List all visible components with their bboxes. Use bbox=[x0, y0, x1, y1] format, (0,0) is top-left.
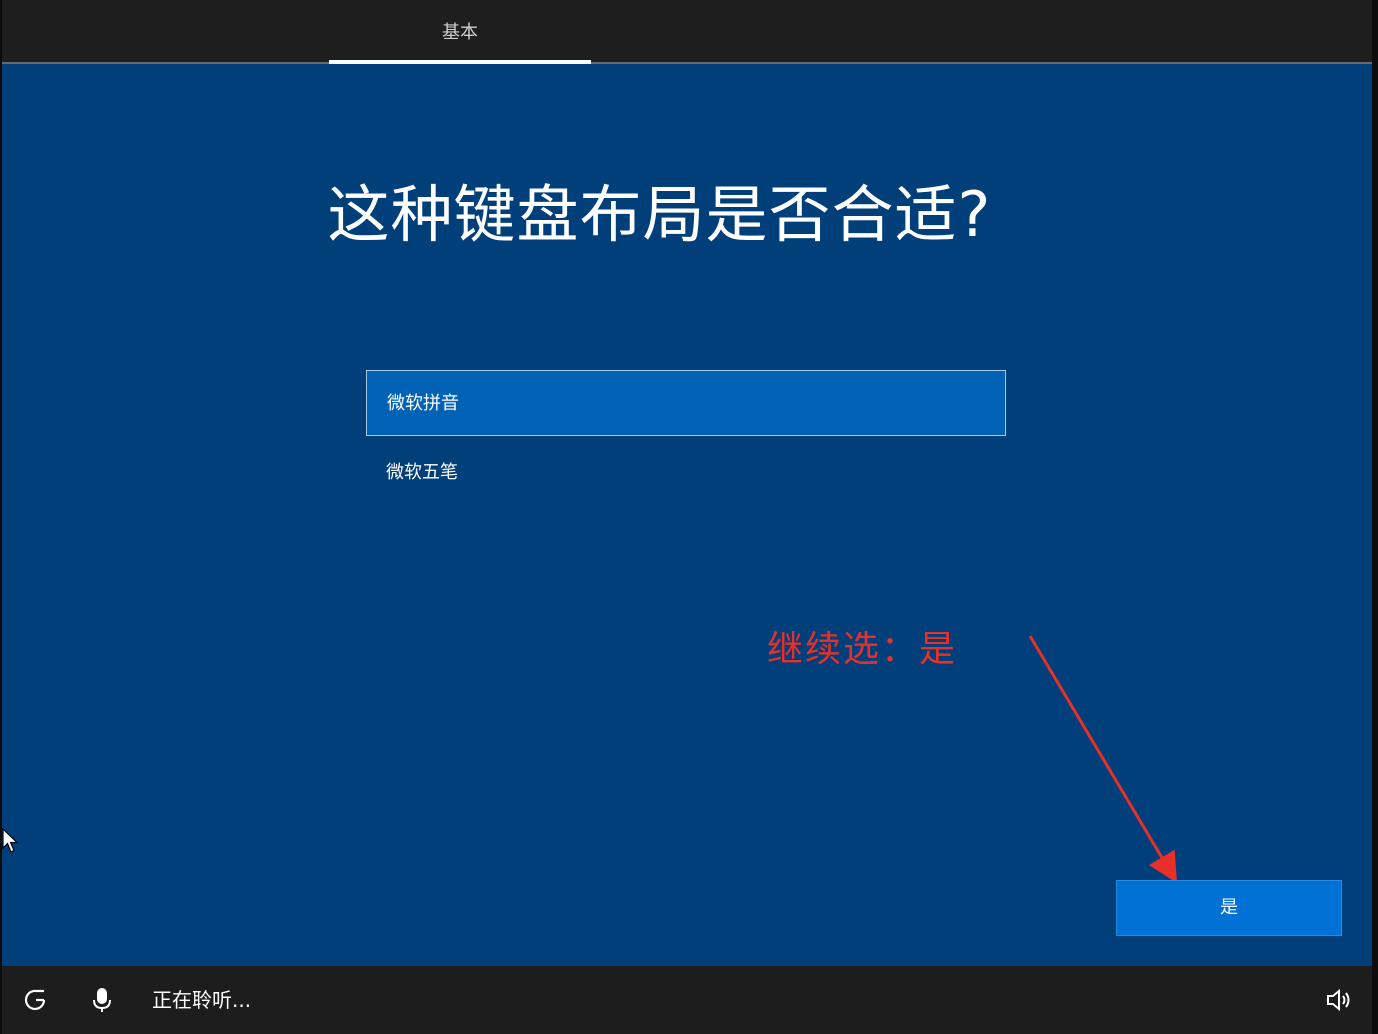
listening-status: 正在聆听... bbox=[152, 988, 252, 1012]
screen-edge bbox=[1372, 0, 1378, 1034]
page-title: 这种键盘布局是否合适? bbox=[327, 178, 992, 251]
mouse-cursor-icon bbox=[2, 828, 19, 853]
tab-basics[interactable]: 基本 bbox=[329, 0, 591, 62]
bottom-bar: 正在聆听... bbox=[2, 966, 1372, 1034]
annotation-text: 继续选：是 bbox=[767, 629, 958, 670]
volume-icon[interactable] bbox=[1324, 986, 1352, 1014]
top-bar: 基本 bbox=[2, 0, 1372, 64]
main-panel: 这种键盘布局是否合适? 微软拼音 微软五笔 继续选：是 是 bbox=[2, 64, 1372, 966]
yes-button[interactable]: 是 bbox=[1116, 880, 1342, 936]
layout-option-pinyin[interactable]: 微软拼音 bbox=[366, 370, 1006, 436]
setup-window: 基本 这种键盘布局是否合适? 微软拼音 微软五笔 继续选：是 是 正在聆听... bbox=[2, 0, 1372, 1034]
keyboard-layout-list: 微软拼音 微软五笔 bbox=[366, 370, 1010, 506]
ease-of-access-icon[interactable] bbox=[22, 986, 50, 1014]
layout-option-wubi[interactable]: 微软五笔 bbox=[366, 440, 1006, 506]
microphone-icon[interactable] bbox=[88, 986, 116, 1014]
